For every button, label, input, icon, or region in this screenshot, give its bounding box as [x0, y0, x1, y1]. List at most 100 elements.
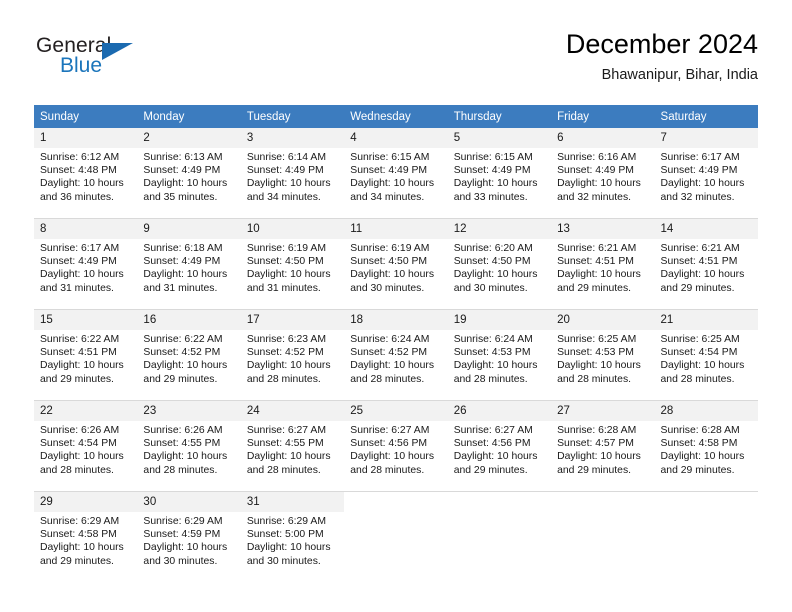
day-cell-inner: 21 Sunrise: 6:25 AM Sunset: 4:54 PM Dayligh… — [654, 310, 758, 400]
logo-triangle-icon — [102, 43, 133, 60]
daylight-duration-line2: and 29 minutes. — [557, 464, 632, 476]
day-number: 6 — [551, 128, 655, 148]
calendar-day-cell[interactable]: 3 Sunrise: 6:14 AM Sunset: 4:49 PM Daylight… — [240, 128, 345, 219]
calendar-day-cell[interactable]: 16 Sunrise: 6:22 AM Sunset: 4:52 PM Dayligh… — [137, 309, 241, 401]
calendar-day-cell[interactable]: 14 Sunrise: 6:21 AM Sunset: 4:51 PM Dayligh… — [654, 218, 758, 310]
sunset-time: Sunset: 5:00 PM — [246, 529, 324, 541]
daylight-duration-line1: Daylight: 10 hours — [453, 360, 538, 372]
day-number: 11 — [344, 219, 448, 239]
day-number: 3 — [240, 128, 345, 148]
sunset-time: Sunset: 4:53 PM — [453, 347, 531, 359]
day-cell-inner: 19 Sunrise: 6:24 AM Sunset: 4:53 PM Dayligh… — [447, 310, 552, 400]
day-number: 7 — [654, 128, 758, 148]
sunrise-time: Sunrise: 6:25 AM — [557, 334, 637, 345]
sunrise-time: Sunrise: 6:29 AM — [246, 516, 326, 527]
calendar-day-cell[interactable]: 19 Sunrise: 6:24 AM Sunset: 4:53 PM Dayligh… — [447, 309, 552, 401]
day-cell-inner: 30 Sunrise: 6:29 AM Sunset: 4:59 PM Dayligh… — [137, 492, 241, 582]
calendar-day-cell[interactable]: 25 Sunrise: 6:27 AM Sunset: 4:56 PM Dayligh… — [344, 400, 448, 492]
daylight-duration-line1: Daylight: 10 hours — [350, 178, 435, 190]
daylight-duration-line2: and 32 minutes. — [660, 191, 735, 203]
day-number: 17 — [240, 310, 345, 330]
calendar-day-cell[interactable]: 6 Sunrise: 6:16 AM Sunset: 4:49 PM Daylight… — [551, 128, 655, 219]
calendar-day-cell[interactable]: 27 Sunrise: 6:28 AM Sunset: 4:57 PM Dayligh… — [551, 400, 655, 492]
calendar-day-cell[interactable]: 31 Sunrise: 6:29 AM Sunset: 5:00 PM Dayligh… — [240, 492, 345, 583]
calendar-day-cell[interactable]: 18 Sunrise: 6:24 AM Sunset: 4:52 PM Dayligh… — [344, 309, 448, 401]
calendar-day-cell[interactable]: 4 Sunrise: 6:15 AM Sunset: 4:49 PM Daylight… — [344, 128, 448, 219]
day-number: 8 — [34, 219, 138, 239]
day-number — [551, 492, 655, 512]
day-cell-inner: 1 Sunrise: 6:12 AM Sunset: 4:48 PM Daylight… — [34, 128, 138, 218]
sunrise-time: Sunrise: 6:22 AM — [143, 334, 223, 345]
calendar-day-cell[interactable]: 7 Sunrise: 6:17 AM Sunset: 4:49 PM Daylight… — [654, 128, 758, 219]
daylight-duration-line1: Daylight: 10 hours — [143, 269, 228, 281]
calendar-day-cell[interactable]: 30 Sunrise: 6:29 AM Sunset: 4:59 PM Dayligh… — [137, 492, 241, 583]
calendar-day-cell[interactable]: 28 Sunrise: 6:28 AM Sunset: 4:58 PM Dayligh… — [654, 400, 758, 492]
calendar-day-cell[interactable]: 15 Sunrise: 6:22 AM Sunset: 4:51 PM Dayligh… — [34, 309, 138, 401]
calendar-day-cell[interactable]: 22 Sunrise: 6:26 AM Sunset: 4:54 PM Dayligh… — [34, 400, 138, 492]
day-cell-inner: 4 Sunrise: 6:15 AM Sunset: 4:49 PM Daylight… — [344, 128, 448, 218]
calendar-day-cell[interactable]: 12 Sunrise: 6:20 AM Sunset: 4:50 PM Dayligh… — [447, 218, 552, 310]
calendar-day-cell[interactable]: 2 Sunrise: 6:13 AM Sunset: 4:49 PM Daylight… — [137, 128, 241, 219]
calendar-week-row: 29 Sunrise: 6:29 AM Sunset: 4:58 PM Dayligh… — [34, 492, 758, 583]
day-number: 26 — [447, 401, 552, 421]
sunrise-time: Sunrise: 6:15 AM — [453, 152, 533, 163]
weekday-header-monday: Monday — [137, 105, 241, 128]
day-sun-info: Sunrise: 6:17 AM Sunset: 4:49 PM Daylight:… — [655, 148, 758, 204]
calendar-day-cell[interactable]: 24 Sunrise: 6:27 AM Sunset: 4:55 PM Dayligh… — [240, 400, 345, 492]
calendar-day-cell[interactable]: 29 Sunrise: 6:29 AM Sunset: 4:58 PM Dayligh… — [34, 492, 138, 583]
day-number — [447, 492, 552, 512]
daylight-duration-line2: and 36 minutes. — [40, 191, 114, 203]
day-sun-info: Sunrise: 6:12 AM Sunset: 4:48 PM Daylight:… — [34, 148, 137, 204]
day-cell-inner: 8 Sunrise: 6:17 AM Sunset: 4:49 PM Daylight… — [34, 219, 138, 309]
day-number: 14 — [654, 219, 758, 239]
day-sun-info: Sunrise: 6:22 AM Sunset: 4:52 PM Daylight:… — [137, 330, 240, 386]
daylight-duration-line1: Daylight: 10 hours — [453, 178, 538, 190]
calendar-header-row: Sunday Monday Tuesday Wednesday Thursday… — [34, 105, 758, 128]
calendar-day-cell[interactable]: 20 Sunrise: 6:25 AM Sunset: 4:53 PM Dayligh… — [551, 309, 655, 401]
day-number: 19 — [447, 310, 552, 330]
daylight-duration-line1: Daylight: 10 hours — [557, 360, 641, 372]
daylight-duration-line2: and 29 minutes. — [660, 464, 735, 476]
day-sun-info: Sunrise: 6:27 AM Sunset: 4:55 PM Daylight:… — [241, 421, 344, 477]
daylight-duration-line2: and 28 minutes. — [557, 373, 632, 385]
day-number: 1 — [34, 128, 138, 148]
day-number: 9 — [137, 219, 241, 239]
calendar-day-cell[interactable]: 21 Sunrise: 6:25 AM Sunset: 4:54 PM Dayligh… — [654, 309, 758, 401]
sunrise-time: Sunrise: 6:17 AM — [660, 152, 740, 163]
day-sun-info: Sunrise: 6:24 AM Sunset: 4:53 PM Daylight:… — [448, 330, 551, 386]
day-cell-inner: 31 Sunrise: 6:29 AM Sunset: 5:00 PM Dayligh… — [240, 492, 345, 582]
day-number: 13 — [551, 219, 655, 239]
day-number: 25 — [344, 401, 448, 421]
sunset-time: Sunset: 4:49 PM — [557, 165, 634, 177]
sunrise-time: Sunrise: 6:29 AM — [40, 516, 120, 527]
calendar-day-cell[interactable]: 11 Sunrise: 6:19 AM Sunset: 4:50 PM Dayligh… — [344, 218, 448, 310]
daylight-duration-line2: and 35 minutes. — [143, 191, 218, 203]
daylight-duration-line1: Daylight: 10 hours — [143, 360, 228, 372]
day-cell-inner: 18 Sunrise: 6:24 AM Sunset: 4:52 PM Dayligh… — [344, 310, 448, 400]
day-sun-info: Sunrise: 6:22 AM Sunset: 4:51 PM Daylight:… — [34, 330, 137, 386]
sunrise-time: Sunrise: 6:24 AM — [350, 334, 430, 345]
daylight-duration-line1: Daylight: 10 hours — [557, 269, 641, 281]
calendar-day-cell[interactable]: 8 Sunrise: 6:17 AM Sunset: 4:49 PM Daylight… — [34, 218, 138, 310]
calendar-day-cell[interactable]: 26 Sunrise: 6:27 AM Sunset: 4:56 PM Dayligh… — [447, 400, 552, 492]
daylight-duration-line2: and 30 minutes. — [246, 555, 321, 567]
calendar-day-cell[interactable]: 13 Sunrise: 6:21 AM Sunset: 4:51 PM Dayligh… — [551, 218, 655, 310]
calendar-day-cell[interactable]: 9 Sunrise: 6:18 AM Sunset: 4:49 PM Daylight… — [137, 218, 241, 310]
sunrise-time: Sunrise: 6:25 AM — [660, 334, 740, 345]
calendar-day-cell[interactable]: 10 Sunrise: 6:19 AM Sunset: 4:50 PM Dayligh… — [240, 218, 345, 310]
daylight-duration-line2: and 32 minutes. — [557, 191, 632, 203]
calendar-day-cell[interactable]: 1 Sunrise: 6:12 AM Sunset: 4:48 PM Daylight… — [34, 128, 138, 219]
sunrise-time: Sunrise: 6:27 AM — [453, 425, 533, 436]
day-number: 22 — [34, 401, 138, 421]
sunset-time: Sunset: 4:58 PM — [40, 529, 117, 541]
day-cell-inner — [344, 492, 448, 582]
day-cell-inner: 15 Sunrise: 6:22 AM Sunset: 4:51 PM Dayligh… — [34, 310, 138, 400]
day-cell-inner: 13 Sunrise: 6:21 AM Sunset: 4:51 PM Dayligh… — [551, 219, 655, 309]
day-sun-info: Sunrise: 6:15 AM Sunset: 4:49 PM Daylight:… — [448, 148, 551, 204]
sunset-time: Sunset: 4:51 PM — [40, 347, 117, 359]
weekday-header-saturday: Saturday — [654, 105, 758, 128]
calendar-day-cell[interactable]: 5 Sunrise: 6:15 AM Sunset: 4:49 PM Daylight… — [447, 128, 552, 219]
calendar-day-cell[interactable]: 17 Sunrise: 6:23 AM Sunset: 4:52 PM Dayligh… — [240, 309, 345, 401]
day-cell-inner: 17 Sunrise: 6:23 AM Sunset: 4:52 PM Dayligh… — [240, 310, 345, 400]
calendar-day-cell[interactable]: 23 Sunrise: 6:26 AM Sunset: 4:55 PM Dayligh… — [137, 400, 241, 492]
